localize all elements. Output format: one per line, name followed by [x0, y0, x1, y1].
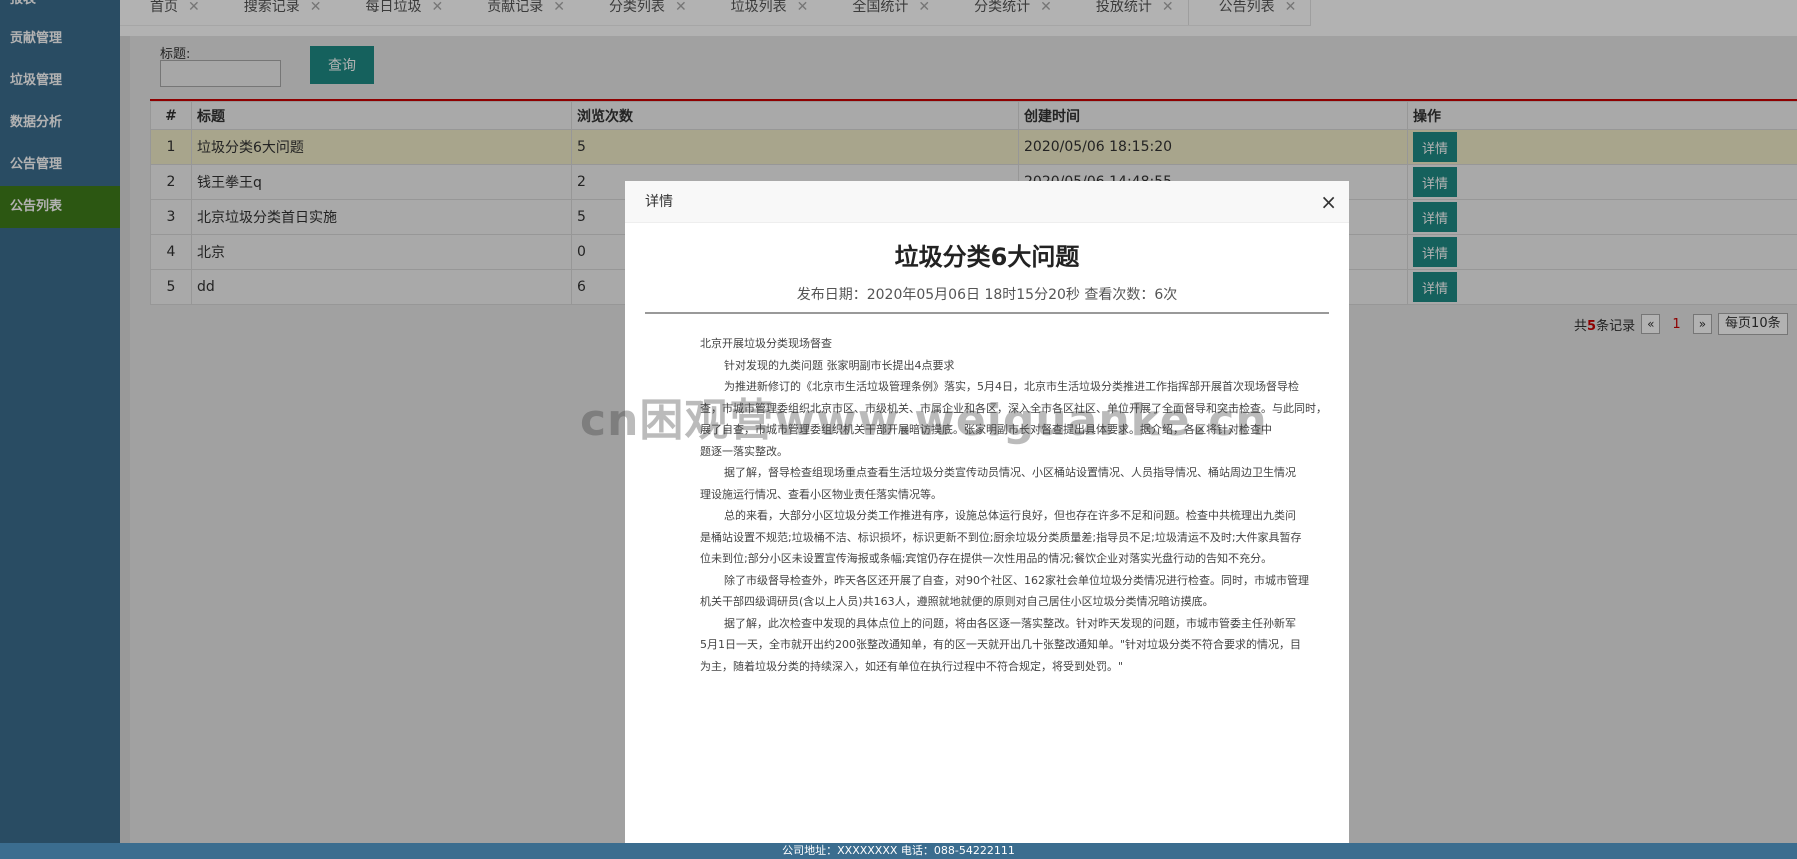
article-line: 是桶站设置不规范;垃圾桶不洁、标识损坏，标识更新不到位;厨余垃圾分类质量差;指导…	[700, 530, 1302, 544]
article-line: 机关干部四级调研员(含以上人员)共163人，遵照就地就便的原则对自己居住小区垃圾…	[700, 595, 1214, 608]
article-line: 北京开展垃圾分类现场督查	[700, 337, 832, 350]
detail-modal: 详情 × 垃圾分类6大问题 发布日期：2020年05月06日 18时15分20秒…	[625, 181, 1349, 843]
article-line: 除了市级督导检查外，昨天各区还开展了自查，对90个社区、162家社会单位垃圾分类…	[724, 573, 1309, 587]
article-line: 针对发现的九类问题 张家明副市长提出4点要求	[724, 358, 955, 372]
article-line: 据了解，督导检查组现场重点查看生活垃圾分类宣传动员情况、小区桶站设置情况、人员指…	[724, 466, 1296, 479]
modal-header: 详情 ×	[625, 181, 1349, 223]
article-line: 为主，随着垃圾分类的持续深入，如还有单位在执行过程中不符合规定，将受到处罚。"	[700, 659, 1124, 673]
article-divider	[645, 312, 1329, 314]
close-icon[interactable]: ×	[1320, 181, 1337, 223]
footer: 公司地址：XXXXXXXX 电话：088-54222111	[0, 843, 1797, 859]
modal-header-title: 详情	[645, 194, 673, 210]
article-meta: 发布日期：2020年05月06日 18时15分20秒 查看次数：6次	[796, 287, 1178, 303]
article-line: 理设施运行情况、查看小区物业责任落实情况等。	[700, 487, 942, 501]
article-line: 位未到位;部分小区未设置宣传海报或条幅;宾馆仍存在提供一次性用品的情况;餐饮企业…	[700, 552, 1273, 565]
article-line: 据了解，此次检查中发现的具体点位上的问题，将由各区逐一落实整改。针对昨天发现的问…	[724, 616, 1296, 630]
watermark: cn困观营www.weiguanke.cn	[580, 395, 1268, 446]
article-title: 垃圾分类6大问题	[894, 243, 1080, 271]
article-line: 5月1日一天，全市就开出约200张整改通知单，有的区一天就开出几十张整改通知单。…	[700, 638, 1302, 651]
article-line: 总的来看，大部分小区垃圾分类工作推进有序，设施总体运行良好，但也存在许多不足和问…	[724, 509, 1296, 522]
